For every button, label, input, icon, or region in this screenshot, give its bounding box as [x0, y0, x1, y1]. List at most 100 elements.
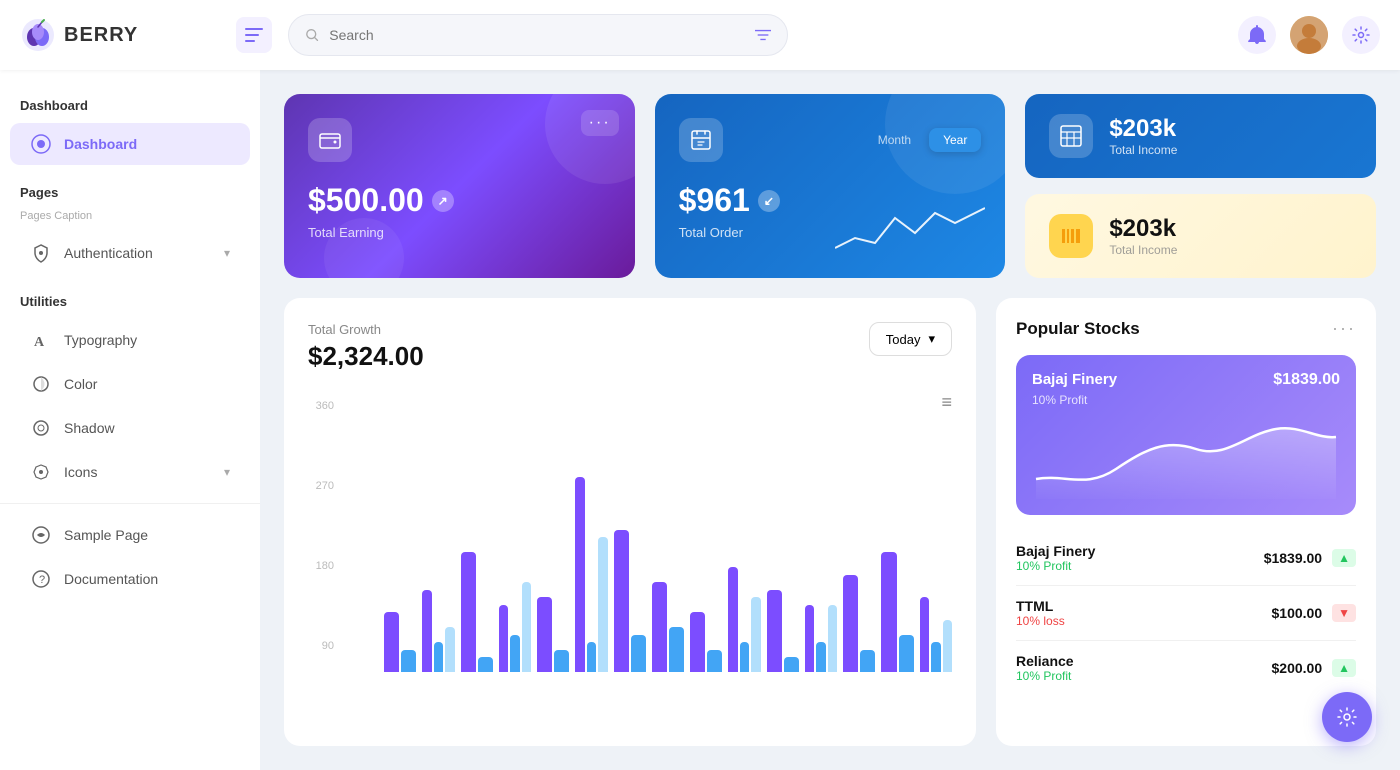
badge-down: ▼	[1332, 604, 1356, 622]
sidebar-item-sample-page[interactable]: Sample Page	[10, 514, 250, 556]
stock-name: Reliance	[1016, 653, 1074, 669]
period-selector-button[interactable]: Today ▾	[869, 322, 952, 356]
bar-group	[384, 612, 416, 672]
bar-group	[461, 552, 493, 672]
tab-year[interactable]: Year	[929, 128, 981, 152]
svg-text:?: ?	[39, 574, 45, 586]
sidebar-item-authentication[interactable]: Authentication ▾	[10, 232, 250, 274]
stock-price-group: $1839.00 ▲	[1264, 549, 1356, 567]
shadow-icon	[30, 417, 52, 439]
bell-icon	[1248, 25, 1266, 45]
sidebar-item-dashboard[interactable]: Dashboard	[10, 123, 250, 165]
sidebar-item-label: Shadow	[64, 420, 115, 436]
sidebar-item-label: Sample Page	[64, 527, 148, 543]
avatar[interactable]	[1290, 16, 1328, 54]
stock-list-item[interactable]: Reliance 10% Profit $200.00 ▲	[1016, 641, 1356, 695]
sidebar-item-icons[interactable]: Icons ▾	[10, 451, 250, 493]
stock-price: $200.00	[1272, 660, 1323, 676]
bar-purple	[461, 552, 476, 672]
main-layout: Dashboard Dashboard Pages Pages Caption …	[0, 70, 1400, 770]
stock-name-group: Reliance 10% Profit	[1016, 653, 1074, 683]
sidebar-section-utilities: Utilities	[0, 286, 260, 317]
stock-change: 10% loss	[1016, 614, 1065, 628]
bar-purple	[537, 597, 552, 672]
bar-light	[943, 620, 952, 673]
bar-light	[828, 605, 837, 673]
bar-group	[767, 590, 799, 673]
order-tabs: Month Year	[864, 128, 982, 152]
stocks-card: Popular Stocks ··· Bajaj Finery $1839.00…	[996, 298, 1376, 746]
bar-group	[652, 582, 684, 672]
growth-amount: $2,324.00	[308, 341, 424, 372]
bar-light	[445, 627, 454, 672]
bar-purple	[843, 575, 858, 673]
sidebar-item-color[interactable]: Color	[10, 363, 250, 405]
bar-blue	[669, 627, 684, 672]
bar-blue	[434, 642, 443, 672]
sidebar-item-documentation[interactable]: ? Documentation	[10, 558, 250, 600]
stock-change: 10% Profit	[1016, 669, 1074, 683]
stock-list: Bajaj Finery 10% Profit $1839.00 ▲ TTML …	[1016, 531, 1356, 695]
stock-hero-profit: 10% Profit	[1032, 393, 1340, 407]
fab-settings-icon	[1336, 706, 1358, 728]
stocks-menu-icon[interactable]: ···	[1332, 318, 1356, 339]
menu-button[interactable]	[236, 17, 272, 53]
sidebar-subtitle-pages: Pages Caption	[0, 208, 260, 230]
income-icon-box-yellow	[1049, 214, 1093, 258]
typography-icon: A	[30, 329, 52, 351]
bar-group	[575, 477, 607, 672]
trend-up-icon: ↗	[432, 190, 454, 212]
notification-button[interactable]	[1238, 16, 1276, 54]
bar-blue	[860, 650, 875, 673]
bar-purple	[881, 552, 896, 672]
stock-list-item[interactable]: Bajaj Finery 10% Profit $1839.00 ▲	[1016, 531, 1356, 586]
card-menu-button[interactable]: ···	[581, 110, 619, 136]
bottom-row: Total Growth $2,324.00 Today ▾ ≡ 360 2	[284, 298, 1376, 746]
sidebar-item-shadow[interactable]: Shadow	[10, 407, 250, 449]
search-input[interactable]	[329, 27, 745, 43]
chevron-down-icon: ▾	[224, 465, 230, 479]
stat-amount-yellow: $203k	[1109, 215, 1177, 243]
wallet-icon	[318, 128, 342, 152]
stat-card-income-blue: $203k Total Income	[1025, 94, 1376, 178]
earning-card: ··· $500.00 ↗ Total Earning	[284, 94, 635, 278]
bar-blue	[816, 642, 825, 672]
settings-button[interactable]	[1342, 16, 1380, 54]
logo-icon	[20, 17, 56, 53]
bar-group	[614, 530, 646, 673]
chevron-down-icon: ▾	[928, 331, 935, 347]
stat-info: $203k Total Income	[1109, 115, 1177, 157]
bar-purple	[652, 582, 667, 672]
sidebar: Dashboard Dashboard Pages Pages Caption …	[0, 70, 260, 770]
stock-list-item[interactable]: TTML 10% loss $100.00 ▼	[1016, 586, 1356, 641]
stock-hero-top: Bajaj Finery $1839.00	[1032, 371, 1340, 389]
sidebar-item-label: Authentication	[64, 245, 153, 261]
sidebar-item-typography[interactable]: A Typography	[10, 319, 250, 361]
right-stats-panel: $203k Total Income $203k	[1025, 94, 1376, 278]
sample-page-icon	[30, 524, 52, 546]
settings-icon	[1352, 26, 1370, 44]
stock-name: TTML	[1016, 598, 1065, 614]
bar-group	[843, 575, 875, 673]
badge-up: ▲	[1332, 549, 1356, 567]
stock-hero-price: $1839.00	[1273, 371, 1340, 389]
stock-price-group: $100.00 ▼	[1272, 604, 1357, 622]
svg-text:A: A	[34, 335, 45, 350]
fab-button[interactable]	[1322, 692, 1372, 742]
bar-group	[881, 552, 913, 672]
stocks-header: Popular Stocks ···	[1016, 318, 1356, 339]
sidebar-section-dashboard: Dashboard	[0, 90, 260, 121]
logo: BERRY	[20, 17, 220, 53]
filter-icon[interactable]	[755, 28, 771, 42]
bar-blue	[899, 635, 914, 673]
sidebar-item-label: Dashboard	[64, 136, 137, 152]
sidebar-item-label: Typography	[64, 332, 137, 348]
tab-month[interactable]: Month	[864, 128, 925, 152]
bar-purple	[767, 590, 782, 673]
income-icon-box	[1049, 114, 1093, 158]
bar-purple	[614, 530, 629, 673]
bar-blue	[931, 642, 940, 672]
stock-price-group: $200.00 ▲	[1272, 659, 1357, 677]
bar-purple	[575, 477, 584, 672]
bar-group	[537, 597, 569, 672]
